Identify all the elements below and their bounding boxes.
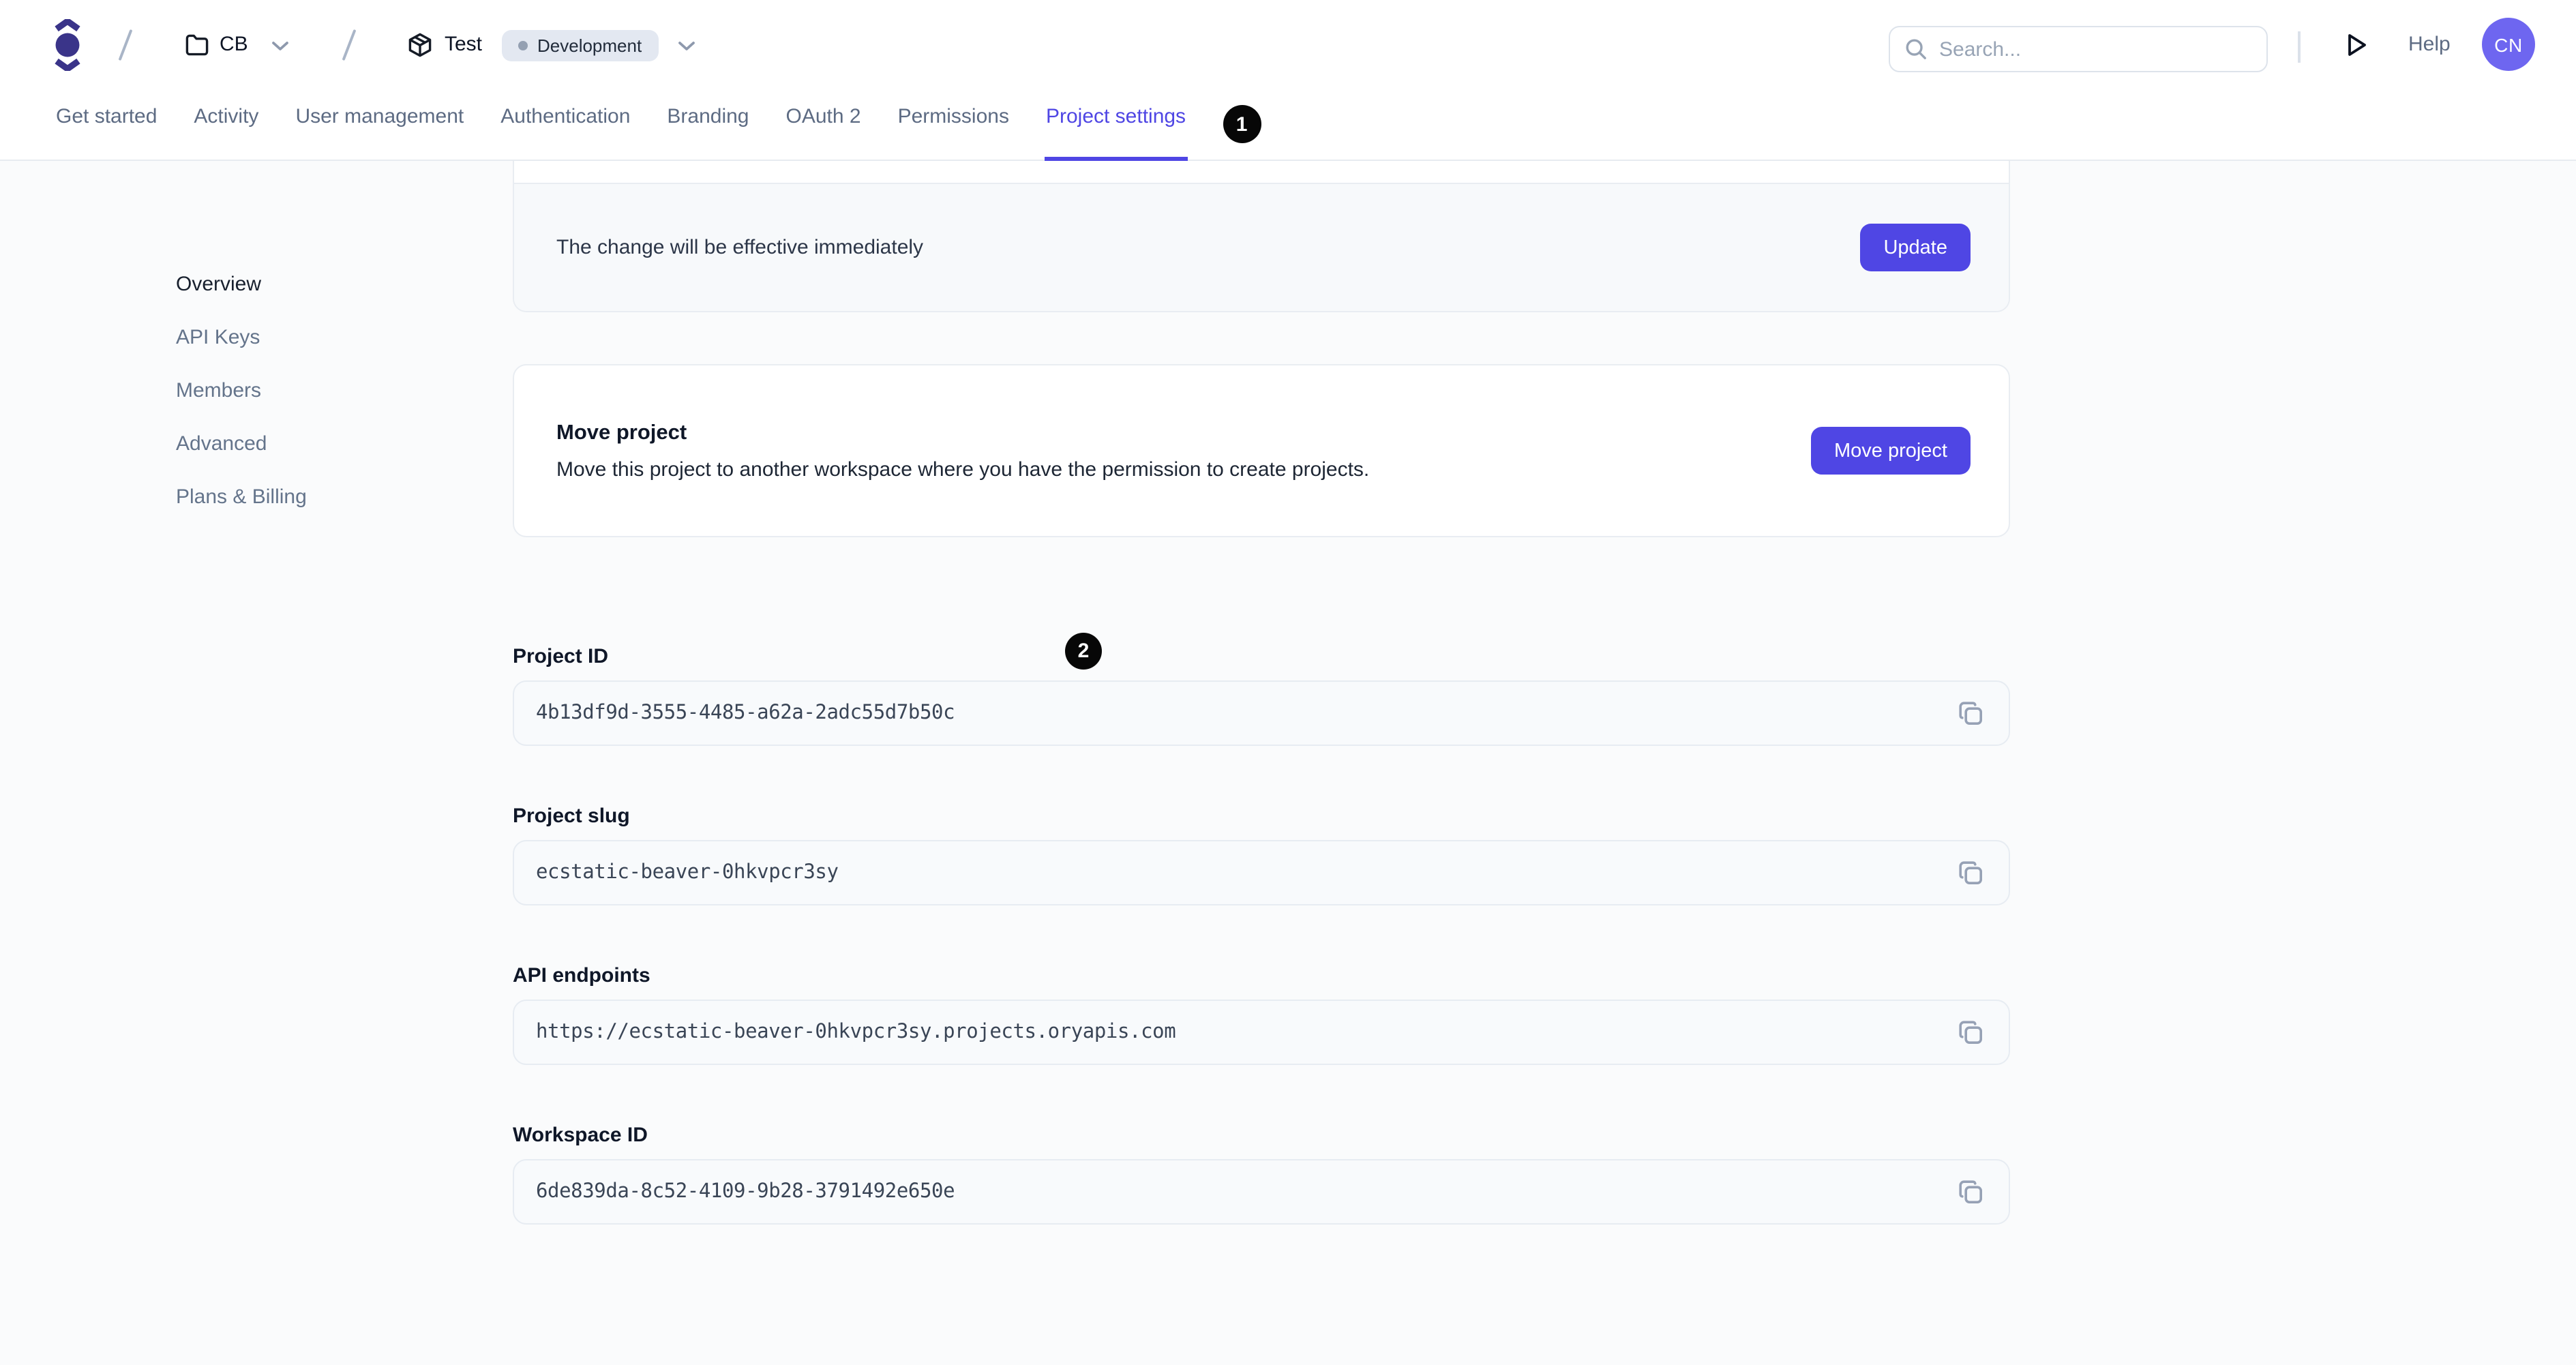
search-box[interactable] (1889, 26, 2268, 72)
sidebar-item-members[interactable]: Members (176, 378, 307, 404)
api-endpoints-field: https://ecstatic-beaver-0hkvpcr3sy.proje… (513, 1000, 2010, 1065)
search-icon (1905, 38, 1927, 60)
project-chevron-down-icon[interactable] (678, 41, 695, 52)
update-card-body (514, 161, 2009, 183)
sidebar-item-plans-billing[interactable]: Plans & Billing (176, 484, 307, 510)
project-slug-label: Project slug (513, 805, 630, 828)
copy-api-endpoints-button[interactable] (1954, 1016, 1987, 1049)
workspace-id-label: Workspace ID (513, 1124, 648, 1147)
project-package-icon (408, 33, 432, 57)
api-endpoints-section: API endpoints https://ecstatic-beaver-0h… (513, 963, 2010, 1065)
move-project-title: Move project (556, 421, 687, 444)
environment-badge: Development (502, 30, 659, 61)
project-slug-section: Project slug ecstatic-beaver-0hkvpcr3sy (513, 803, 2010, 905)
workspace-id-section: Workspace ID 6de839da-8c52-4109-9b28-379… (513, 1122, 2010, 1225)
workspace-name[interactable]: CB (220, 22, 248, 68)
tab-activity[interactable]: Activity (192, 76, 260, 161)
copy-project-slug-button[interactable] (1954, 856, 1987, 889)
annotation-marker-2: 2 (1065, 633, 1102, 670)
environment-label: Development (537, 35, 642, 56)
tab-project-settings[interactable]: Project settings (1044, 76, 1188, 161)
project-slug-value: ecstatic-beaver-0hkvpcr3sy (536, 862, 839, 884)
ory-console-page: CB Test Development Search... Help CN Ge… (0, 0, 2576, 1365)
ory-logo-icon[interactable] (55, 19, 80, 71)
sidebar-item-api-keys[interactable]: API Keys (176, 325, 307, 350)
play-icon[interactable] (2347, 33, 2367, 57)
move-project-card: Move project Move this project to anothe… (513, 364, 2010, 537)
move-project-text: Move project Move this project to anothe… (556, 421, 1369, 481)
workspace-chevron-down-icon[interactable] (271, 41, 289, 52)
breadcrumb-separator (342, 29, 357, 61)
update-card-footer: The change will be effective immediately… (514, 183, 2009, 311)
copy-icon (1956, 858, 1985, 887)
tab-authentication[interactable]: Authentication (499, 76, 631, 161)
settings-sidebar: Overview API Keys Members Advanced Plans… (176, 271, 307, 537)
copy-icon (1956, 1018, 1985, 1047)
tab-permissions[interactable]: Permissions (897, 76, 1010, 161)
project-name[interactable]: Test (445, 22, 482, 68)
project-id-field: 4b13df9d-3555-4485-a62a-2adc55d7b50c (513, 680, 2010, 746)
breadcrumb-separator (118, 29, 133, 61)
help-link[interactable]: Help (2408, 22, 2451, 68)
move-project-description: Move this project to another workspace w… (556, 457, 1370, 481)
sidebar-item-advanced[interactable]: Advanced (176, 431, 307, 457)
copy-workspace-id-button[interactable] (1954, 1175, 1987, 1208)
copy-icon (1956, 699, 1985, 728)
move-project-button[interactable]: Move project (1810, 427, 1971, 475)
update-note: The change will be effective immediately (556, 236, 924, 259)
api-endpoints-label: API endpoints (513, 964, 650, 987)
update-card: The change will be effective immediately… (513, 161, 2010, 312)
tab-branding[interactable]: Branding (665, 76, 750, 161)
search-input[interactable] (1939, 38, 2251, 61)
environment-dot-icon (518, 41, 528, 50)
folder-icon (185, 34, 209, 56)
tab-user-management[interactable]: User management (294, 76, 465, 161)
api-endpoints-value: https://ecstatic-beaver-0hkvpcr3sy.proje… (536, 1021, 1176, 1043)
tab-get-started[interactable]: Get started (55, 76, 158, 161)
header-divider (2298, 31, 2300, 63)
copy-icon (1956, 1178, 1985, 1206)
top-chrome: CB Test Development Search... Help CN Ge… (0, 0, 2576, 161)
project-slug-field: ecstatic-beaver-0hkvpcr3sy (513, 840, 2010, 905)
settings-content: The change will be effective immediately… (513, 161, 2010, 1225)
workspace-id-field: 6de839da-8c52-4109-9b28-3791492e650e (513, 1159, 2010, 1225)
project-id-label: Project ID (513, 645, 609, 668)
sidebar-item-overview[interactable]: Overview (176, 271, 307, 297)
annotation-marker-1: 1 (1223, 105, 1261, 143)
project-id-value: 4b13df9d-3555-4485-a62a-2adc55d7b50c (536, 702, 955, 724)
tab-oauth2[interactable]: OAuth 2 (785, 76, 863, 161)
copy-project-id-button[interactable] (1954, 697, 1987, 730)
workspace-id-value: 6de839da-8c52-4109-9b28-3791492e650e (536, 1181, 955, 1203)
update-button[interactable]: Update (1860, 224, 1971, 271)
user-avatar[interactable]: CN (2482, 18, 2535, 71)
project-id-section: Project ID 4b13df9d-3555-4485-a62a-2adc5… (513, 644, 2010, 746)
project-tab-bar: Get started Activity User management Aut… (55, 76, 1261, 161)
